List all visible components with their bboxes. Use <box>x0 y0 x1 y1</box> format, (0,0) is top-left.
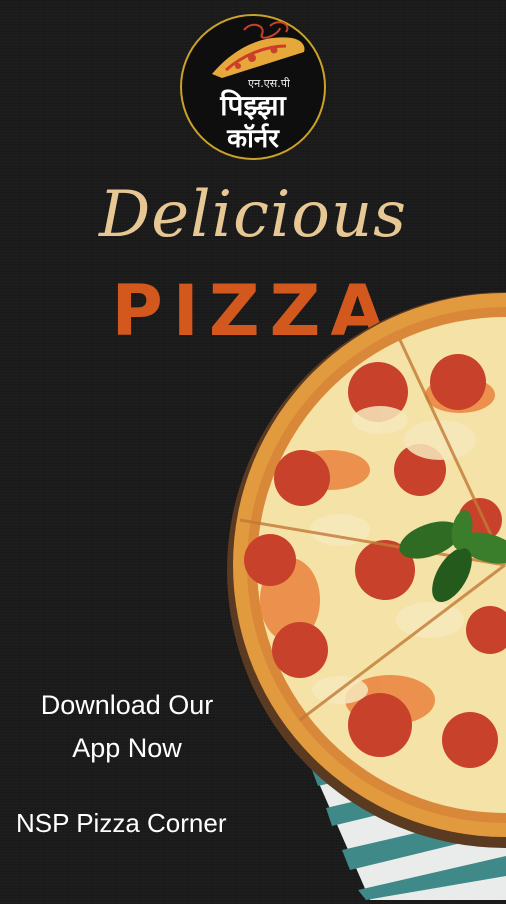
brand-name: NSP Pizza Corner <box>16 808 227 838</box>
download-cta-line2: App Now <box>72 733 182 763</box>
download-cta: Download Our App Now <box>0 684 254 770</box>
download-cta-line1: Download Our <box>40 690 214 720</box>
